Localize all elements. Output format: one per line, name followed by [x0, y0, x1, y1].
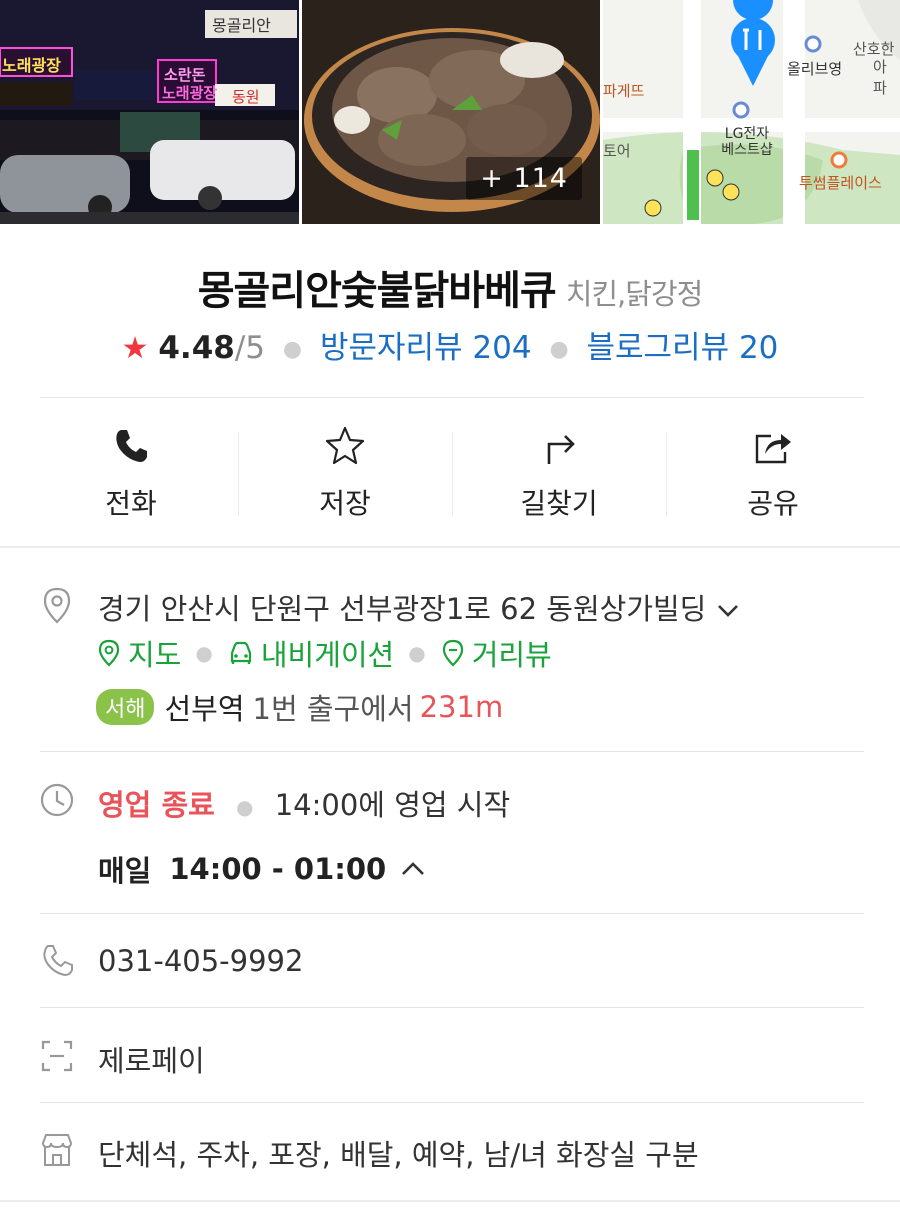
divider — [40, 1007, 864, 1008]
rating-max: /5 — [234, 330, 266, 366]
separator-dot: ● — [549, 337, 569, 362]
car-icon — [230, 641, 251, 664]
separator-dot: ● — [408, 641, 426, 665]
rating-star-icon: ★ — [121, 331, 149, 366]
street-view-link[interactable]: 거리뷰 — [440, 632, 552, 674]
storefront-photo[interactable]: 몽골리안 노래광장 소란돈 노래광장 동원 — [0, 0, 299, 224]
map-label-left2: 토어 — [603, 142, 631, 160]
map-label-apt: 아파 — [873, 58, 887, 97]
divider — [0, 546, 900, 548]
separator-dot: ● — [282, 337, 303, 362]
sign-text-4: 노래광장 — [162, 84, 218, 102]
separator-dot: ● — [195, 641, 213, 665]
map-thumbnail[interactable]: 올리브영 LG전자 베스트샵 투썸플레이스 산호한 아파 파게뜨 토어 — [603, 0, 900, 224]
sign-text-1: 몽골리안 — [212, 16, 271, 35]
star-outline-icon — [325, 426, 365, 465]
subway-line-badge: 서해 — [96, 689, 155, 725]
subway-distance: 231m — [419, 690, 504, 724]
photo-strip: 몽골리안 노래광장 소란돈 노래광장 동원 + 114 올리브영 LG전자 베스… — [0, 0, 900, 224]
chevron-up-icon[interactable] — [400, 860, 426, 878]
hours-time: 14:00 - 01:00 — [169, 852, 387, 886]
map-label-oliveyoung: 올리브영 — [787, 60, 843, 78]
hours-status: 영업 종료 — [98, 788, 215, 822]
subway-exit: 1번 출구에서 — [252, 692, 414, 726]
rating-row: ★ 4.48/5 ● 방문자리뷰 204 ● 블로그리뷰 20 — [0, 322, 900, 367]
location-pin-icon — [43, 587, 71, 624]
map-label-twosome: 투썸플레이스 — [799, 174, 882, 192]
street-view-icon — [442, 639, 463, 667]
address-text: 경기 안산시 단원구 선부광장1로 62 동원상가빌딩 — [98, 592, 707, 626]
directions-button[interactable]: 길찾기 — [452, 420, 666, 530]
subway-station: 선부역 — [164, 692, 245, 726]
map-links: 지도 ● 내비게이션 ● 거리뷰 — [96, 632, 552, 674]
place-name: 몽골리안숯불닭바베큐 — [197, 268, 557, 314]
navigation-link[interactable]: 내비게이션 — [227, 632, 394, 674]
map-pin-icon — [98, 639, 120, 667]
divider — [40, 397, 864, 398]
address-row[interactable]: 경기 안산시 단원구 선부광장1로 62 동원상가빌딩 — [98, 586, 740, 628]
map-link-label: 지도 — [128, 638, 182, 672]
visitor-reviews-link[interactable]: 방문자리뷰 204 — [320, 330, 532, 366]
share-button[interactable]: 공유 — [666, 420, 880, 530]
action-bar: 전화 저장 길찾기 공유 — [24, 420, 880, 530]
call-label: 전화 — [105, 487, 157, 520]
amenities: 단체석, 주차, 포장, 배달, 예약, 남/녀 화장실 구분 — [98, 1138, 699, 1172]
hours-row[interactable]: 영업 종료 ● 14:00에 영업 시작 — [98, 782, 510, 824]
divider — [40, 751, 864, 752]
phone-number[interactable]: 031-405-9992 — [98, 944, 303, 978]
place-category: 치킨,닭강정 — [565, 277, 704, 311]
save-label: 저장 — [319, 487, 371, 520]
phone-outline-icon — [43, 945, 73, 977]
divider — [0, 1200, 900, 1202]
sign-text-2: 노래광장 — [2, 56, 61, 75]
divider — [40, 1102, 864, 1103]
food-photo[interactable]: + 114 — [302, 0, 600, 224]
share-icon — [755, 434, 791, 464]
map-label-lg: LG전자 베스트샵 — [721, 126, 773, 158]
save-button[interactable]: 저장 — [238, 420, 452, 530]
daily-hours[interactable]: 매일 14:00 - 01:00 — [98, 848, 426, 890]
navigation-link-label: 내비게이션 — [260, 638, 395, 672]
clock-icon — [40, 783, 74, 817]
share-label: 공유 — [747, 487, 799, 520]
blog-reviews-link[interactable]: 블로그리뷰 20 — [587, 330, 779, 366]
subway-info: 서해 선부역 1번 출구에서 231m — [96, 686, 503, 728]
hours-next-open: 14:00에 영업 시작 — [274, 788, 511, 822]
sign-text-5: 동원 — [232, 88, 260, 106]
title-row: 몽골리안숯불닭바베큐 치킨,닭강정 — [0, 258, 900, 316]
payment-method: 제로페이 — [98, 1044, 205, 1078]
map-link[interactable]: 지도 — [96, 632, 181, 674]
street-view-link-label: 거리뷰 — [471, 638, 552, 672]
qr-scan-icon — [41, 1040, 73, 1072]
directions-arrow-icon — [547, 435, 575, 464]
directions-label: 길찾기 — [520, 487, 598, 520]
separator-dot: ● — [236, 795, 254, 819]
chevron-down-icon[interactable] — [716, 603, 740, 619]
phone-icon — [116, 430, 147, 462]
photo-count-badge[interactable]: + 114 — [466, 157, 582, 200]
hours-day: 매일 — [98, 854, 152, 888]
rating-score: 4.48 — [158, 330, 235, 366]
divider — [40, 913, 864, 914]
map-label-left1: 파게뜨 — [603, 82, 645, 100]
store-icon — [41, 1134, 73, 1166]
call-button[interactable]: 전화 — [24, 420, 238, 530]
